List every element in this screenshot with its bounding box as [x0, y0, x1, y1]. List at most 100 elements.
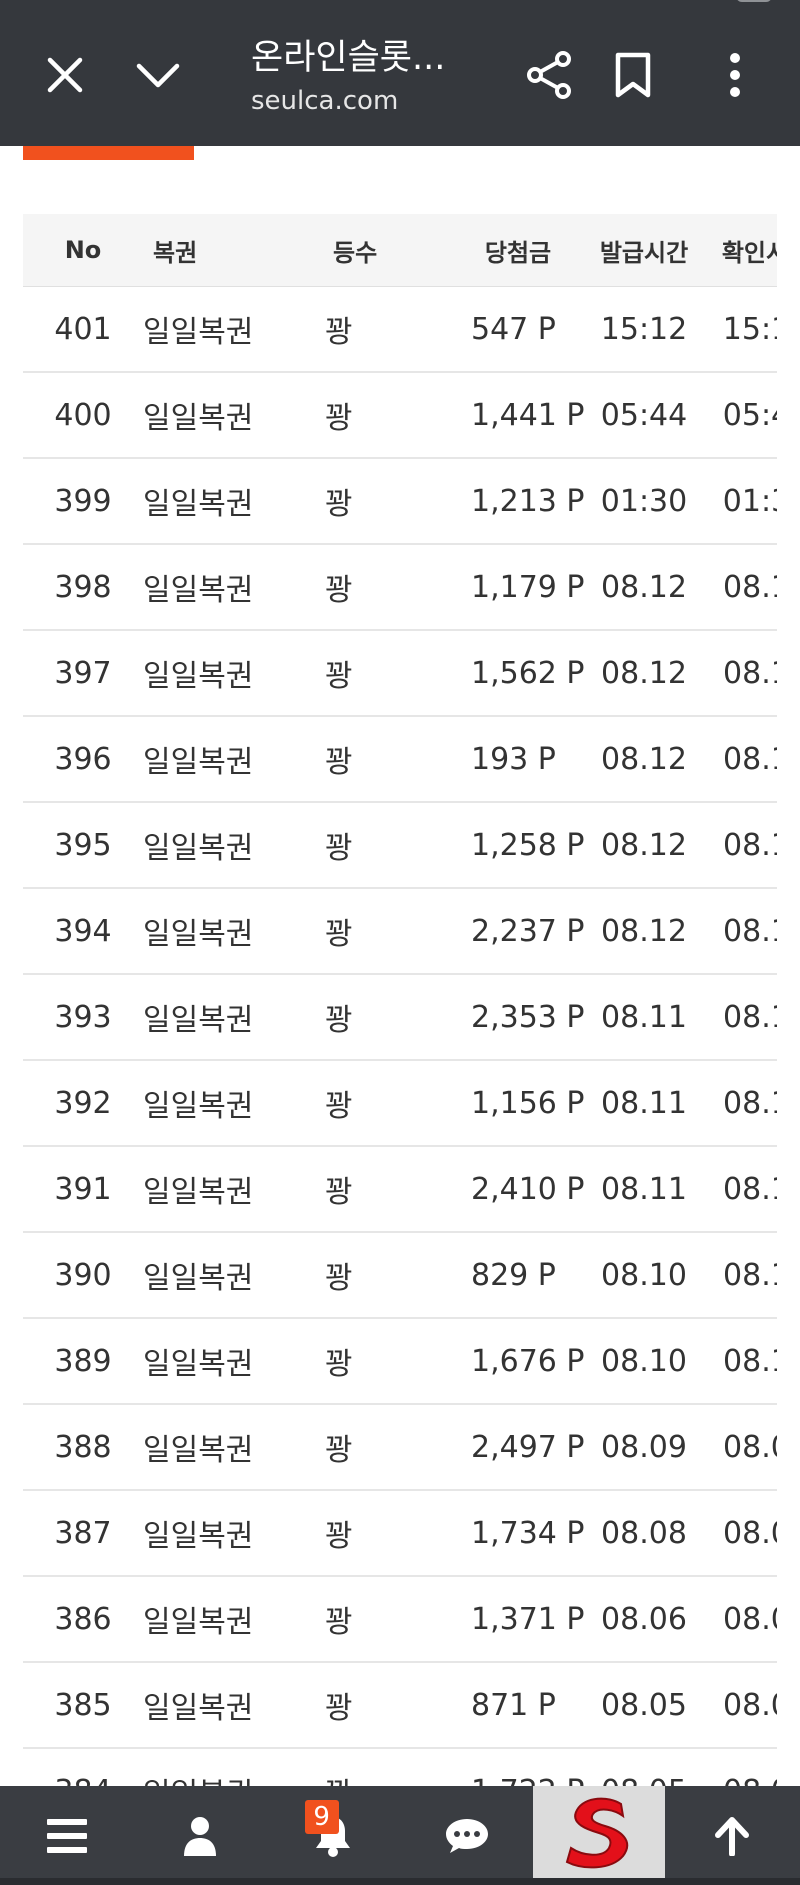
table-row: 393일일복권꽝2,353 P08.1108.11	[23, 974, 777, 1061]
cell-rank: 꽝	[291, 1146, 451, 1233]
scroll-to-top-button[interactable]	[665, 1786, 798, 1885]
cell-rank: 꽝	[291, 888, 451, 975]
cell-lottery: 일일복권	[143, 458, 291, 545]
arrow-up-icon	[714, 1816, 749, 1856]
cell-lottery: 일일복권	[143, 716, 291, 803]
site-logo-button[interactable]	[533, 1786, 666, 1878]
profile-button[interactable]	[133, 1786, 266, 1885]
cell-no: 392	[23, 1060, 143, 1147]
menu-icon	[46, 1818, 87, 1853]
cell-check-time: 08.12	[703, 630, 777, 717]
cell-prize: 2,353 P	[451, 974, 585, 1061]
cell-check-time: 05:44	[703, 372, 777, 459]
cell-no: 395	[23, 802, 143, 889]
more-options-button[interactable]	[700, 40, 770, 110]
cell-issue-time: 08.05	[585, 1748, 703, 1786]
table-row: 389일일복권꽝1,676 P08.1008.10	[23, 1318, 777, 1405]
cell-check-time: 08.11	[703, 1146, 777, 1233]
cell-issue-time: 08.12	[585, 630, 703, 717]
cell-rank: 꽝	[291, 974, 451, 1061]
cell-check-time: 08.09	[703, 1404, 777, 1491]
cell-issue-time: 05:44	[585, 372, 703, 459]
table-row: 387일일복권꽝1,734 P08.0808.08	[23, 1490, 777, 1577]
cell-lottery: 일일복권	[143, 974, 291, 1061]
share-button[interactable]	[514, 40, 584, 110]
cell-no: 394	[23, 888, 143, 975]
cell-lottery: 일일복권	[143, 544, 291, 631]
column-header-lottery: 복권	[143, 214, 291, 287]
cell-rank: 꽝	[291, 286, 451, 373]
cell-issue-time: 08.12	[585, 802, 703, 889]
table-row: 394일일복권꽝2,237 P08.1208.12	[23, 888, 777, 975]
cell-issue-time: 08.12	[585, 888, 703, 975]
lottery-history-table-container[interactable]: No복권등수당첨금발급시간확인시간 401일일복권꽝547 P15:1215:1…	[23, 214, 777, 1786]
cell-no: 387	[23, 1490, 143, 1577]
cell-prize: 2,410 P	[451, 1146, 585, 1233]
cell-issue-time: 08.10	[585, 1318, 703, 1405]
cell-rank: 꽝	[291, 1404, 451, 1491]
notifications-button[interactable]: 9	[267, 1786, 400, 1885]
close-button[interactable]	[30, 40, 100, 110]
cell-lottery: 일일복권	[143, 1490, 291, 1577]
cell-check-time: 08.11	[703, 1060, 777, 1147]
column-header-issue-time: 발급시간	[585, 214, 703, 287]
table-row: 401일일복권꽝547 P15:1215:12	[23, 286, 777, 373]
cell-no: 399	[23, 458, 143, 545]
cell-rank: 꽝	[291, 372, 451, 459]
chevron-down-icon	[136, 63, 180, 88]
cell-no: 396	[23, 716, 143, 803]
cell-no: 401	[23, 286, 143, 373]
cell-rank: 꽝	[291, 802, 451, 889]
column-header-prize: 당첨금	[451, 214, 585, 287]
cell-rank: 꽝	[291, 1490, 451, 1577]
cell-check-time: 01:30	[703, 458, 777, 545]
cell-rank: 꽝	[291, 544, 451, 631]
table-body: 401일일복권꽝547 P15:1215:12400일일복권꽝1,441 P05…	[23, 286, 777, 1786]
table-row: 396일일복권꽝193 P08.1208.12	[23, 716, 777, 803]
cell-issue-time: 08.11	[585, 1146, 703, 1233]
table-header-row: No복권등수당첨금발급시간확인시간	[23, 214, 777, 287]
cell-lottery: 일일복권	[143, 630, 291, 717]
table-row: 399일일복권꽝1,213 P01:3001:30	[23, 458, 777, 545]
cell-no: 386	[23, 1576, 143, 1663]
cell-no: 389	[23, 1318, 143, 1405]
cell-rank: 꽝	[291, 630, 451, 717]
cell-rank: 꽝	[291, 458, 451, 545]
chat-button[interactable]	[400, 1786, 533, 1885]
active-tab-indicator	[23, 146, 194, 160]
cell-prize: 193 P	[451, 716, 585, 803]
cell-no: 388	[23, 1404, 143, 1491]
cell-lottery: 일일복권	[143, 1662, 291, 1749]
bookmark-button[interactable]	[598, 40, 668, 110]
table-row: 390일일복권꽝829 P08.1008.10	[23, 1232, 777, 1319]
cell-check-time: 08.12	[703, 888, 777, 975]
cell-check-time: 08.08	[703, 1490, 777, 1577]
cell-issue-time: 08.06	[585, 1576, 703, 1663]
cell-lottery: 일일복권	[143, 802, 291, 889]
site-logo	[566, 1797, 629, 1869]
share-icon	[527, 51, 571, 99]
notification-badge: 9	[304, 1800, 339, 1834]
cell-issue-time: 08.09	[585, 1404, 703, 1491]
cell-lottery: 일일복권	[143, 1576, 291, 1663]
cell-rank: 꽝	[291, 1060, 451, 1147]
cell-rank: 꽝	[291, 1318, 451, 1405]
cell-prize: 1,179 P	[451, 544, 585, 631]
bookmark-icon	[615, 52, 651, 98]
cell-rank: 꽝	[291, 1662, 451, 1749]
cell-check-time: 08.10	[703, 1232, 777, 1319]
table-row: 386일일복권꽝1,371 P08.0608.06	[23, 1576, 777, 1663]
column-header-check-time: 확인시간	[703, 214, 777, 287]
user-icon	[183, 1816, 216, 1856]
collapse-button[interactable]	[123, 40, 193, 110]
cell-lottery: 일일복권	[143, 1318, 291, 1405]
bottom-navigation: 9	[0, 1786, 800, 1885]
cell-no: 393	[23, 974, 143, 1061]
table-row: 391일일복권꽝2,410 P08.1108.11	[23, 1146, 777, 1233]
cell-issue-time: 08.11	[585, 974, 703, 1061]
menu-button[interactable]	[0, 1786, 133, 1885]
cell-prize: 2,497 P	[451, 1404, 585, 1491]
cell-check-time: 08.05	[703, 1662, 777, 1749]
cell-issue-time: 08.10	[585, 1232, 703, 1319]
cell-no: 384	[23, 1748, 143, 1786]
